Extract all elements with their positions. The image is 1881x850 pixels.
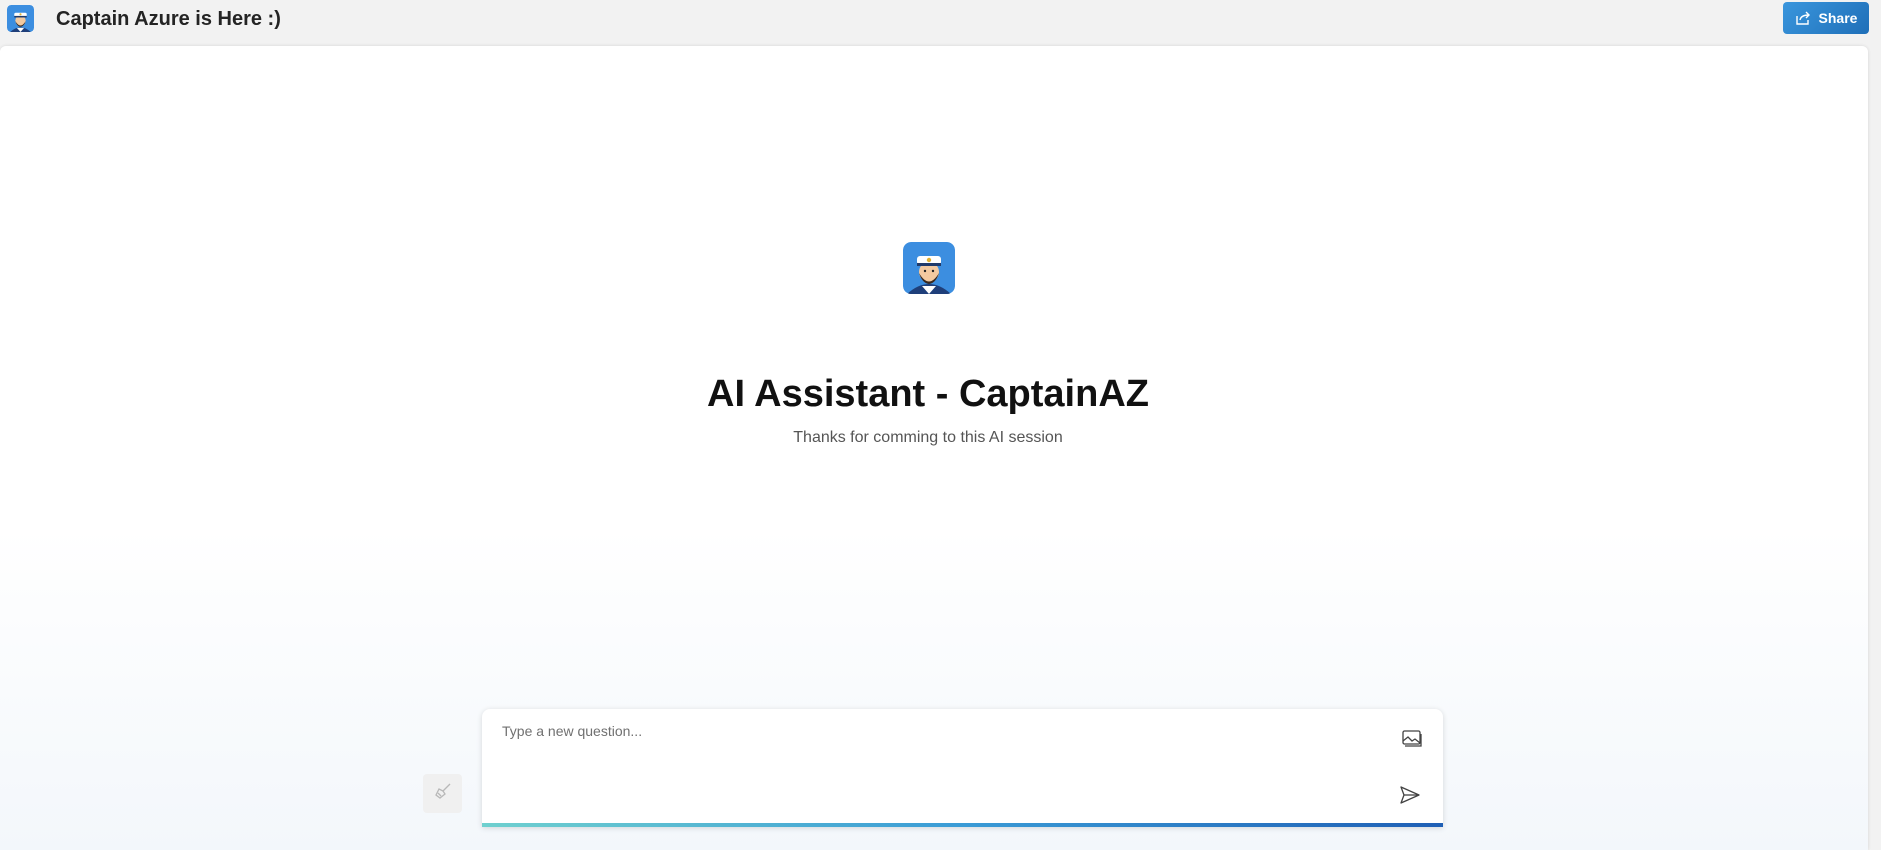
page-title: AI Assistant - CaptainAZ [707,373,1149,415]
send-button[interactable] [1394,781,1426,813]
composer-accent-bar [482,823,1443,827]
app-window: Captain Azure is Here :) Share AI Assist… [0,0,1881,850]
share-button[interactable]: Share [1783,2,1869,34]
captain-avatar-icon [7,5,34,32]
clear-chat-button[interactable] [423,774,462,813]
app-title: Captain Azure is Here :) [56,8,281,30]
question-composer [482,709,1443,827]
top-bar: Captain Azure is Here :) Share [0,0,1881,45]
image-icon [1401,728,1423,753]
question-input[interactable] [500,721,1344,805]
send-icon [1399,785,1421,810]
captain-avatar-icon [903,242,955,294]
share-label: Share [1818,10,1858,26]
share-icon [1795,10,1811,26]
broom-icon [434,782,452,805]
upload-image-button[interactable] [1396,724,1428,756]
page-subtitle: Thanks for comming to this AI session [793,429,1063,446]
